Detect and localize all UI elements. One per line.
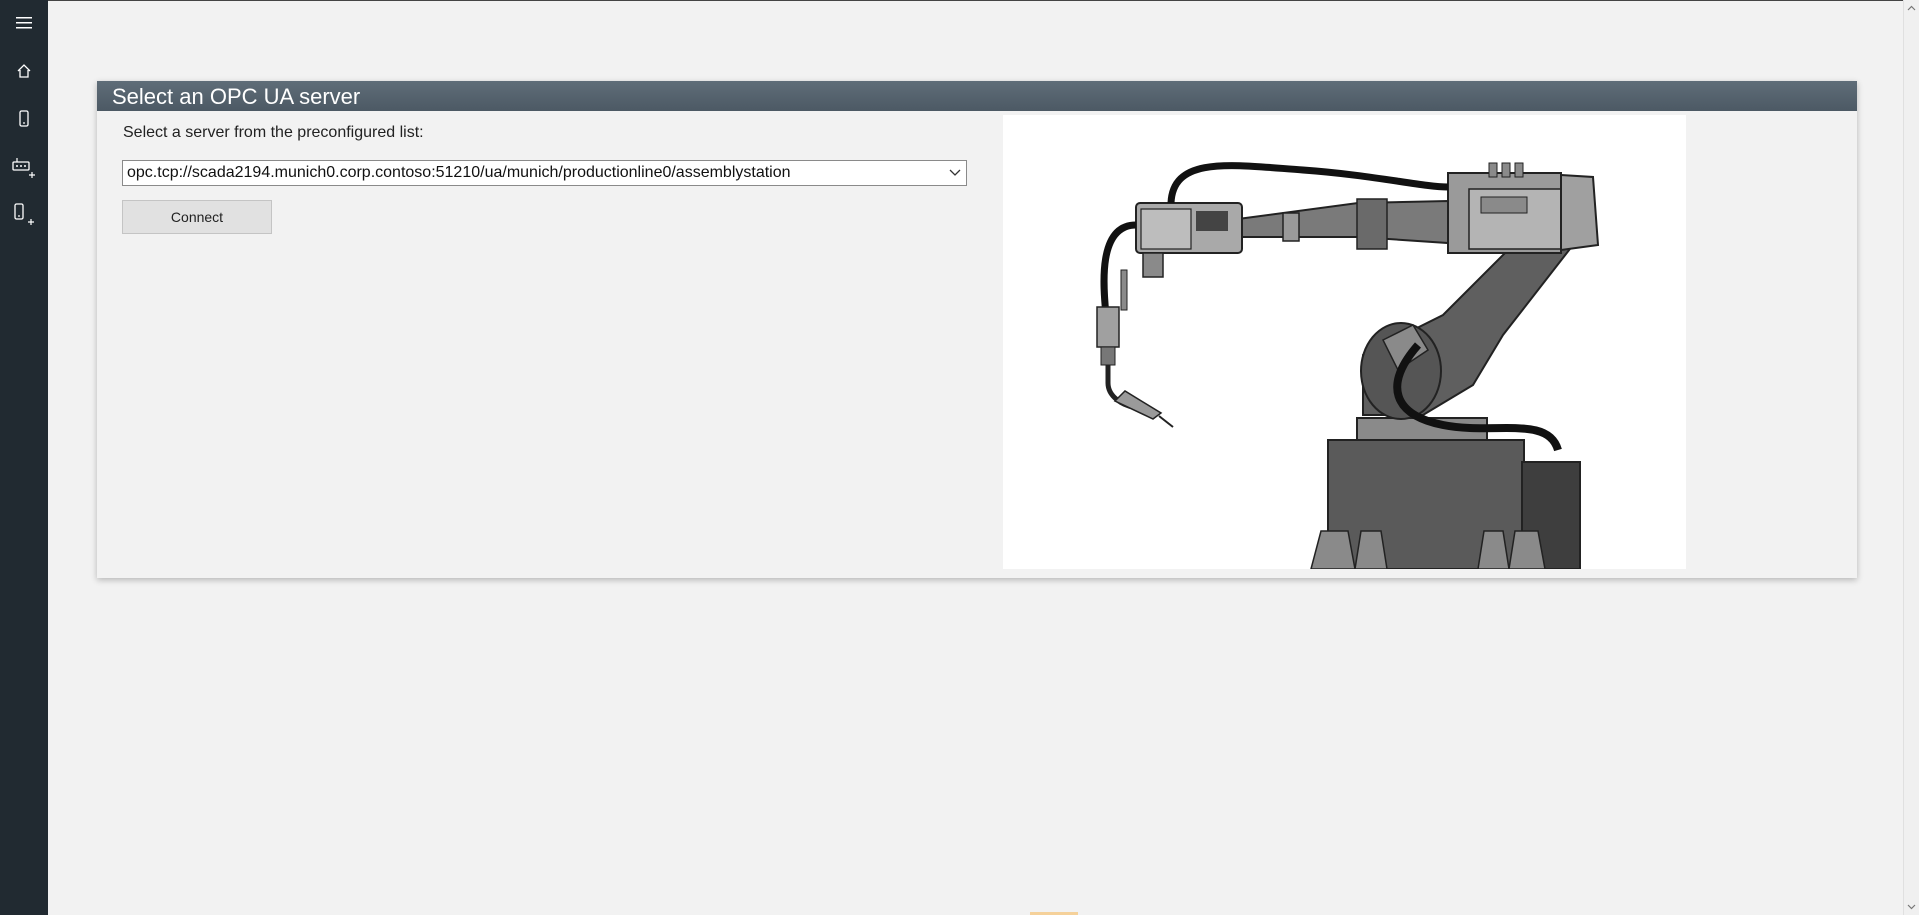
add-gateway-icon[interactable] bbox=[0, 145, 48, 189]
home-icon[interactable] bbox=[0, 49, 48, 93]
device-icon[interactable] bbox=[0, 97, 48, 141]
sidebar bbox=[0, 0, 48, 915]
chevron-down-icon bbox=[949, 169, 961, 176]
hamburger-menu-icon[interactable] bbox=[0, 1, 48, 45]
scroll-up-icon[interactable] bbox=[1907, 4, 1916, 13]
instruction-label: Select a server from the preconfigured l… bbox=[123, 124, 424, 141]
scroll-down-icon[interactable] bbox=[1907, 902, 1916, 911]
server-dropdown[interactable]: opc.tcp://scada2194.munich0.corp.contoso… bbox=[122, 160, 967, 186]
robot-arm-illustration bbox=[1003, 115, 1686, 569]
server-dropdown-value: opc.tcp://scada2194.munich0.corp.contoso… bbox=[127, 164, 791, 181]
add-device-icon[interactable] bbox=[0, 193, 48, 237]
panel-title: Select an OPC UA server bbox=[97, 81, 1857, 111]
connect-button[interactable]: Connect bbox=[122, 200, 272, 234]
window-top-border bbox=[48, 0, 1919, 1]
vertical-scrollbar[interactable] bbox=[1903, 0, 1919, 915]
server-selection-panel: Select an OPC UA server Select a server … bbox=[97, 81, 1857, 578]
